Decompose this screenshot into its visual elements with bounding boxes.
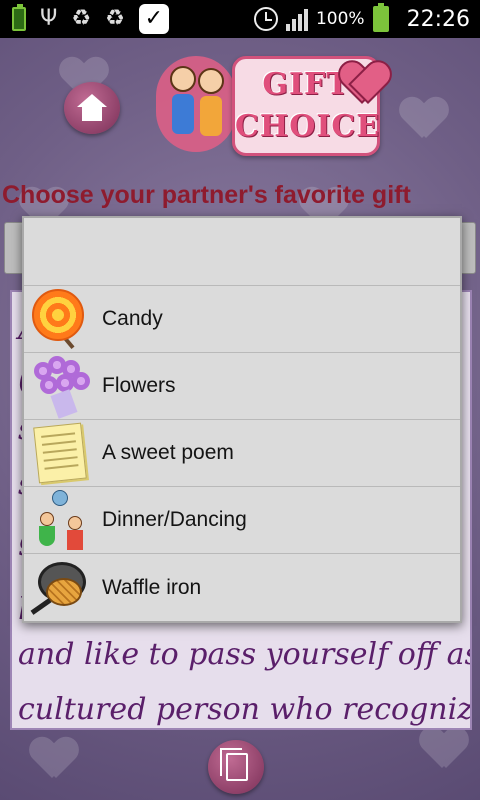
copy-button[interactable] [208,740,264,794]
check-icon: ✓ [138,4,169,34]
battery-percent: 100% [315,9,365,29]
option-flowers[interactable]: Flowers [24,353,460,420]
option-label: A sweet poem [102,441,234,464]
recycle-icon-2: ♻ [105,6,125,31]
battery-icon [372,3,389,32]
gift-choice-dialog: Candy Flowers A sweet poem Dinner/Dancin… [22,216,462,623]
signal-icon [285,7,308,31]
home-icon [77,94,107,122]
clock: 22:26 [406,6,470,32]
couple-logo-icon [156,56,238,156]
alarm-icon [253,7,278,31]
prompt-heading: Choose your partner's favorite gift [2,181,411,209]
status-bar: Ψ ♻ ♻ ✓ 100% 22:26 [0,0,480,38]
small-heart-icon [340,62,388,104]
dinner-dancing-icon [28,488,96,552]
script-text-line: cultured person who recognizes [18,692,470,727]
candy-icon [28,287,96,351]
option-waffle-iron[interactable]: Waffle iron [24,554,460,621]
poem-icon [28,421,96,485]
heart-decoration [30,738,78,782]
recycle-icon: ♻ [71,6,92,31]
copy-icon [220,748,248,781]
logo-text-choice: CHOICE [235,109,381,144]
option-sweet-poem[interactable]: A sweet poem [24,420,460,487]
option-candy[interactable]: Candy [24,286,460,353]
option-dinner-dancing[interactable]: Dinner/Dancing [24,487,460,554]
waffle-iron-icon [28,556,96,620]
flowers-icon [28,354,96,419]
option-label: Waffle iron [102,575,202,599]
option-label: Dinner/Dancing [102,508,247,531]
heart-decoration [420,728,468,772]
script-text-line: and like to pass yourself off as a [18,637,470,672]
option-label: Flowers [102,374,176,397]
option-label: Candy [102,307,163,330]
dialog-header [24,218,460,286]
usb-icon: Ψ [40,6,58,31]
heart-decoration [400,98,448,142]
battery-full-icon [12,4,26,31]
home-button[interactable] [64,82,120,134]
